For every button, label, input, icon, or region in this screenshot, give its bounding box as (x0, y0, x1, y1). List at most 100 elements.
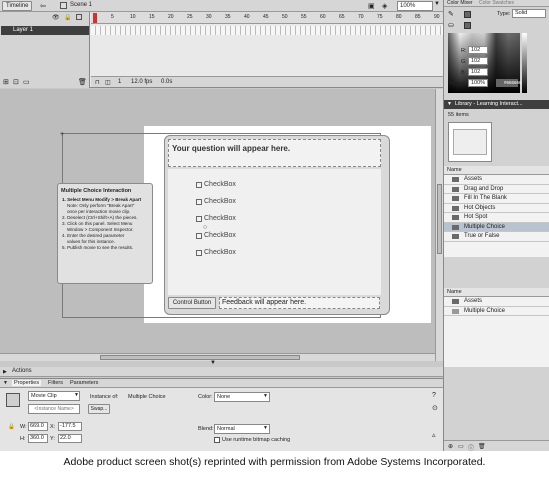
feedback-box[interactable]: Feedback will appear here. (219, 297, 380, 309)
expand-icon[interactable]: ▶ (3, 369, 7, 375)
chevron-down-icon[interactable]: ▼ (74, 392, 79, 398)
checkbox-3[interactable]: CheckBox (196, 215, 236, 222)
list-item[interactable]: Assets (444, 297, 549, 307)
checkbox-label: CheckBox (204, 249, 236, 256)
brightness-slider[interactable] (522, 33, 527, 93)
trash-icon[interactable]: 🗑 (478, 443, 486, 450)
add-layer-icon[interactable]: ⊞ (3, 78, 9, 86)
properties-panel: ▼ Properties Filters Parameters Movie Cl… (0, 378, 443, 451)
settings-icon[interactable]: ⊙ (432, 404, 438, 412)
playhead[interactable] (93, 13, 97, 23)
stroke-color-swatch[interactable] (464, 11, 471, 18)
stroke-pencil-icon[interactable]: ✎ (448, 10, 454, 18)
new-symbol-icon[interactable]: ⊕ (448, 443, 453, 450)
vertical-scrollbar[interactable] (435, 89, 443, 361)
layer-name[interactable]: Layer 1 (13, 27, 33, 33)
add-guide-icon[interactable]: ⊡ (13, 78, 19, 86)
library-item[interactable]: Hot Objects (444, 204, 549, 213)
checkbox-1[interactable]: CheckBox (196, 181, 236, 188)
g-field[interactable]: 102 (468, 57, 488, 65)
library-item[interactable]: True or False (444, 232, 549, 242)
chevron-down-icon[interactable]: ▼ (434, 1, 440, 7)
back-arrow-icon[interactable]: ⇦ (40, 2, 46, 10)
collapse-icon[interactable]: ▼ (3, 380, 8, 386)
list-item[interactable]: Multiple Choice (444, 307, 549, 316)
instance-name-input[interactable] (28, 404, 80, 414)
edit-scene-icon[interactable]: ▣ (368, 2, 375, 10)
timeline-tab[interactable]: Timeline (2, 1, 32, 11)
runtime-cache-checkbox[interactable] (214, 437, 220, 443)
height-field[interactable]: 360.0 (28, 434, 48, 443)
library-name-column[interactable]: Name (444, 166, 549, 175)
frame-number: 10 (130, 14, 136, 20)
layer-row[interactable]: Layer 1 (1, 26, 89, 35)
help-icon[interactable]: ? (432, 392, 436, 399)
r-field[interactable]: 102 (468, 46, 488, 54)
trash-icon[interactable]: 🗑 (78, 78, 87, 86)
center-frame-icon[interactable]: ◫ (105, 79, 111, 86)
tab-properties[interactable]: Properties (12, 380, 42, 386)
collapse-icon[interactable]: ▼ (447, 101, 452, 107)
expand-panel-icon[interactable]: ▵ (432, 431, 436, 439)
scroll-thumb-v[interactable] (437, 184, 442, 254)
library-item[interactable]: Hot Spot (444, 213, 549, 223)
new-folder-icon[interactable]: ▭ (458, 443, 464, 450)
registration-point: + (60, 131, 65, 138)
tab-parameters[interactable]: Parameters (70, 380, 98, 386)
b-field[interactable]: 102 (468, 68, 488, 76)
library-item[interactable]: Multiple Choice (444, 222, 549, 232)
actions-bar[interactable]: ▶ Actions (0, 367, 443, 377)
horizontal-scrollbar[interactable] (0, 353, 435, 361)
checkbox-square[interactable] (196, 249, 202, 256)
symbol-type-select[interactable]: Movie Clip (28, 391, 80, 401)
width-field[interactable]: 669.0 (28, 422, 48, 431)
x-field[interactable]: -177.5 (58, 422, 82, 431)
library-item[interactable]: Assets (444, 175, 549, 185)
library-item[interactable]: Fill In The Blank (444, 194, 549, 204)
checkbox-square[interactable] (196, 198, 202, 205)
lower-name-column[interactable]: Name (444, 288, 549, 297)
properties-icon[interactable]: ⓘ (468, 443, 474, 451)
library-item[interactable]: Drag and Drop (444, 185, 549, 194)
swap-button[interactable]: Swap... (88, 404, 110, 414)
fill-type-select[interactable]: Solid (512, 9, 546, 18)
checkbox-2[interactable]: CheckBox (196, 198, 236, 205)
checkbox-square[interactable] (196, 232, 202, 239)
alpha-field[interactable]: 100% (468, 79, 488, 87)
y-field[interactable]: 22.0 (58, 434, 82, 443)
checkbox-4[interactable]: CheckBox (196, 232, 236, 239)
onion-skin-icon[interactable]: ⊓ (95, 79, 100, 86)
library-titlebar[interactable]: ▼ Library - Learning Interact... (444, 100, 549, 109)
tab-color-swatches[interactable]: Color Swatches (479, 0, 514, 6)
color-select[interactable]: None (214, 392, 270, 402)
frame-ruler[interactable]: 5 10 15 20 25 30 35 40 45 50 55 60 65 70 75 80 85 90 (91, 12, 443, 24)
control-button[interactable]: Control Button (168, 297, 216, 309)
checkbox-square[interactable] (196, 181, 202, 188)
checkbox-5[interactable]: CheckBox (196, 249, 236, 256)
frame-number: 75 (377, 14, 383, 20)
scroll-thumb-h[interactable] (100, 355, 300, 360)
blend-select[interactable]: Normal (214, 424, 270, 434)
question-box[interactable]: Your question will appear here. (168, 139, 381, 167)
tab-filters[interactable]: Filters (48, 380, 63, 386)
outline-icon[interactable] (76, 14, 82, 20)
hex-value[interactable]: #666666 (504, 80, 522, 85)
chevron-down-icon[interactable]: ▼ (263, 393, 268, 399)
tab-color-mixer[interactable]: Color Mixer (447, 0, 473, 6)
frame-number: 35 (225, 14, 231, 20)
fill-color-swatch[interactable] (464, 22, 471, 29)
chevron-down-icon[interactable]: ▼ (263, 425, 268, 431)
edit-symbol-icon[interactable]: ◈ (382, 2, 387, 10)
lock-icon[interactable]: 🔒 (64, 14, 71, 21)
instructions-panel[interactable]: Multiple Choice Interaction 1. Select Me… (57, 183, 153, 284)
add-folder-icon[interactable]: ▭ (23, 78, 30, 86)
collapse-arrow-icon[interactable]: ▼ (210, 360, 216, 366)
current-frame: 1 (118, 79, 122, 85)
zoom-select[interactable]: 100% (397, 1, 433, 11)
checkbox-square[interactable] (196, 215, 202, 222)
fill-bucket-icon[interactable]: ⛀ (448, 21, 454, 29)
timeline-status-bar: ⊓ ◫ 1 12.0 fps 0.0s (91, 76, 443, 87)
frame-grid[interactable] (91, 26, 443, 35)
eye-icon[interactable]: 👁 (52, 14, 60, 21)
lock-icon[interactable]: 🔒 (8, 424, 15, 430)
